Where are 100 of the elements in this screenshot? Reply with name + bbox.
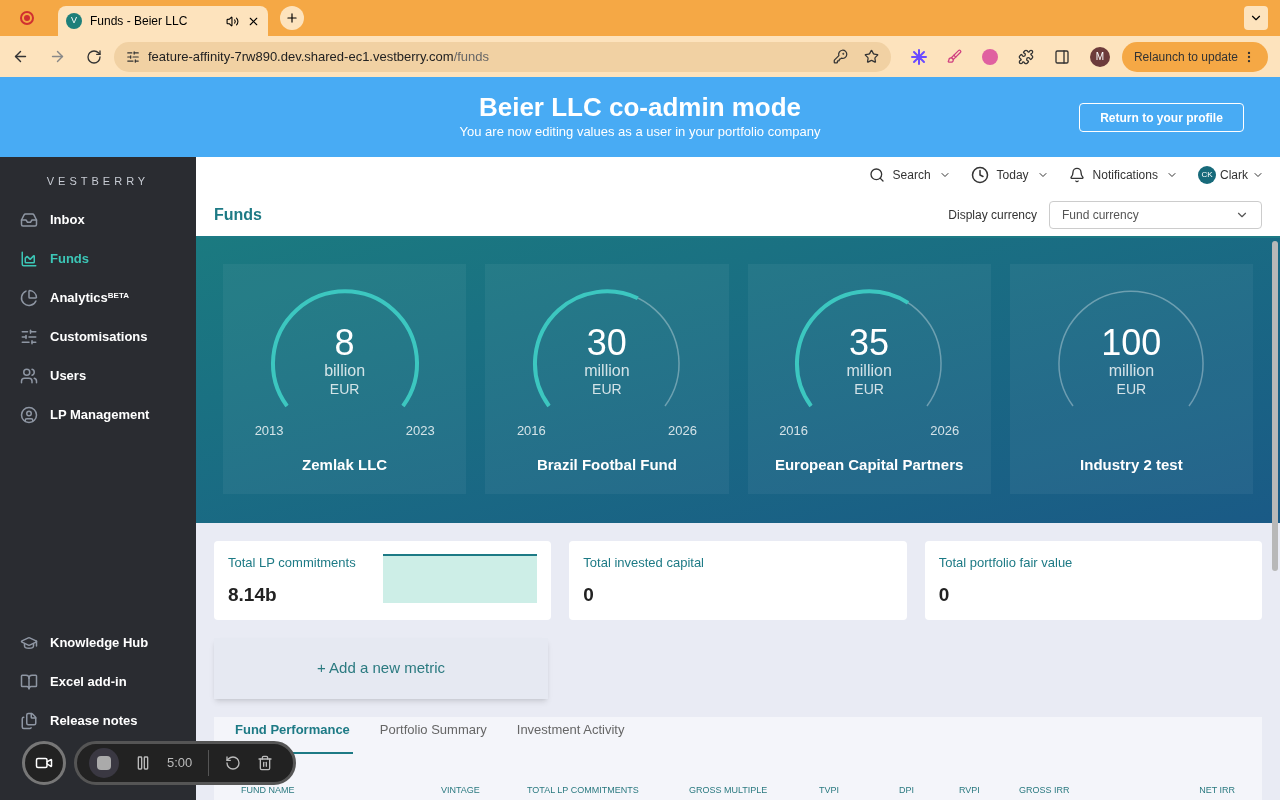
nav-icon	[20, 367, 38, 385]
sidebar-item[interactable]: Funds	[0, 239, 196, 279]
metric-value: 8.14b	[228, 582, 278, 607]
back-icon[interactable]	[12, 48, 29, 65]
date-menu[interactable]: Today	[970, 166, 1049, 184]
fund-name: European Capital Partners	[774, 455, 964, 475]
site-info-icon[interactable]	[126, 49, 140, 64]
metric-label: Total LP commitments	[228, 554, 357, 572]
start-year: 2013	[254, 421, 284, 440]
forward-icon[interactable]	[49, 48, 66, 65]
sidebar-item[interactable]: Knowledge Hub	[0, 623, 196, 662]
fund-currency: EUR	[1116, 380, 1147, 398]
fund-name: Zemlak LLC	[302, 455, 388, 475]
tab-title: Funds - Beier LLC	[90, 13, 189, 30]
profile-avatar[interactable]: M	[1089, 46, 1110, 67]
bell-icon	[1068, 167, 1085, 183]
plus-icon	[285, 11, 299, 25]
sidebar-item[interactable]: LP Management	[0, 395, 196, 435]
new-tab-button[interactable]	[280, 6, 304, 30]
clock-icon	[970, 166, 989, 184]
tab[interactable]: Portfolio Summary	[376, 722, 490, 738]
fund-currency: EUR	[329, 380, 360, 398]
sidebar-item[interactable]: Customisations	[0, 317, 196, 357]
add-metric-button[interactable]: + Add a new metric	[214, 638, 548, 699]
bookmark-icon[interactable]	[863, 49, 879, 64]
relaunch-button[interactable]: Relaunch to update	[1121, 41, 1268, 72]
fund-card[interactable]: 30 million EUR 2016 2026 Brazil Footbal Fund	[485, 264, 729, 494]
fund-currency: EUR	[592, 380, 622, 398]
tab[interactable]: Investment Activity	[513, 722, 628, 738]
delete-icon[interactable]	[257, 755, 274, 771]
currency-label: Display currency	[948, 206, 1037, 224]
start-year: 2016	[779, 421, 809, 440]
timer: 5:00	[167, 754, 193, 773]
sidebar-item[interactable]: Analytics$^{BETA}$	[0, 278, 196, 318]
fund-card[interactable]: 35 million EUR 2016 2026 European Capital Partners	[747, 264, 991, 494]
extension-icon[interactable]	[981, 48, 998, 65]
search-icon	[868, 167, 885, 183]
browser-tab[interactable]: V Funds - Beier LLC	[58, 6, 268, 36]
stop-button[interactable]	[89, 748, 119, 778]
column-header: NET IRR	[1198, 784, 1235, 797]
fund-value: 100	[1101, 324, 1162, 362]
end-year: 2023	[405, 421, 435, 440]
user-menu[interactable]: CK Clark	[1198, 166, 1264, 184]
metric-label: Total invested capital	[583, 554, 705, 572]
sidebar-item[interactable]: Excel add-in	[0, 662, 196, 701]
fund-name: Brazil Footbal Fund	[536, 455, 677, 475]
fund-unit: million	[846, 362, 892, 380]
record-icon	[20, 11, 34, 25]
nav-icon	[20, 211, 38, 229]
extensions-icon[interactable]	[1017, 48, 1034, 65]
currency-select[interactable]: Fund currency	[1049, 200, 1262, 229]
tab-menu-button[interactable]	[1244, 6, 1268, 30]
notifications-menu[interactable]: Notifications	[1068, 166, 1178, 184]
fund-value: 8	[334, 324, 355, 362]
sidebar-item[interactable]: Inbox	[0, 200, 196, 240]
column-header: VINTAGE	[441, 784, 481, 797]
pause-icon[interactable]	[135, 755, 151, 771]
tab-favicon: V	[66, 13, 82, 29]
fund-card[interactable]: 8 billion EUR 2013 2023 Zemlak LLC	[223, 264, 467, 494]
fund-card[interactable]: 100 million EUR Industry 2 test	[1009, 264, 1253, 494]
sidebar-item[interactable]: Users	[0, 356, 196, 396]
column-header: TVPI	[819, 784, 840, 797]
column-header: GROSS MULTIPLE	[689, 784, 769, 797]
key-icon[interactable]	[832, 49, 848, 64]
column-header: DPI	[899, 784, 915, 797]
nav-icon	[20, 711, 38, 730]
metric-label: Total portfolio fair value	[938, 554, 1074, 572]
fund-unit: billion	[324, 362, 366, 380]
url-text: feature-affinity-7rw890.dev.shared-ec1.vestberry.com/funds	[148, 47, 491, 66]
fund-value: 35	[849, 324, 890, 362]
column-header: FUND NAME	[241, 784, 296, 797]
brand-logo: VESTBERRY	[45, 174, 151, 189]
brush-icon[interactable]	[946, 49, 962, 64]
address-bar[interactable]: feature-affinity-7rw890.dev.shared-ec1.vestberry.com/funds	[114, 41, 891, 72]
reload-icon[interactable]	[86, 48, 102, 65]
column-header: TOTAL LP COMMITMENTS	[527, 784, 640, 797]
banner-subtitle: You are now editing values as a user in your portfolio company	[459, 123, 821, 142]
user-avatar: CK	[1198, 166, 1216, 184]
column-header: RVPI	[959, 784, 981, 797]
page-title: Funds	[214, 204, 263, 225]
side-panel-icon[interactable]	[1053, 48, 1070, 65]
speaker-icon[interactable]	[226, 14, 239, 28]
sparkle-icon[interactable]	[910, 48, 927, 65]
search-menu[interactable]: Search	[868, 166, 951, 184]
nav-icon	[20, 406, 38, 424]
banner-title: Beier LLC co-admin mode	[478, 92, 802, 123]
start-year: 2016	[516, 421, 546, 440]
fund-currency: EUR	[854, 380, 884, 398]
end-year: 2026	[667, 421, 697, 440]
metric-value: 0	[583, 582, 595, 607]
column-header: GROSS IRR	[1019, 784, 1071, 797]
fund-name: Industry 2 test	[1080, 455, 1183, 475]
tab[interactable]: Fund Performance	[232, 722, 353, 738]
sidebar-item[interactable]: Release notes	[0, 701, 196, 740]
restart-icon[interactable]	[225, 755, 242, 771]
nav-icon	[20, 250, 38, 268]
metric-value: 0	[938, 582, 951, 607]
nav-icon	[20, 289, 38, 307]
fund-unit: million	[584, 362, 630, 380]
end-year: 2026	[930, 421, 960, 440]
